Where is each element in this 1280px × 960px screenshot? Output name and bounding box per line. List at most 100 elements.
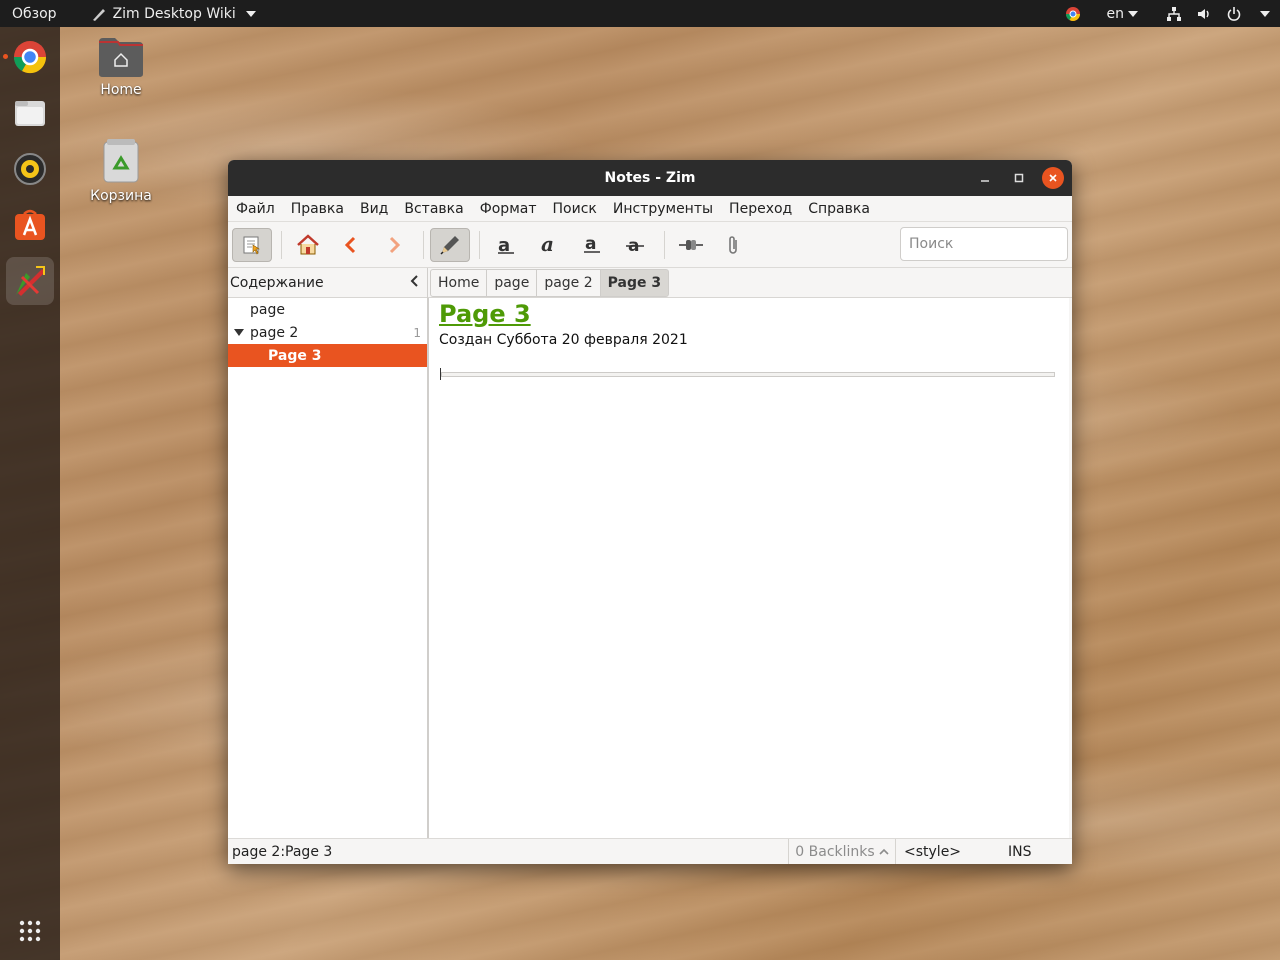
crumb-page[interactable]: page: [486, 268, 538, 297]
menu-bar: Файл Правка Вид Вставка Формат Поиск Инс…: [228, 196, 1072, 222]
volume-icon[interactable]: [1196, 6, 1212, 22]
toolbar: a a a a: [228, 222, 1072, 268]
software-icon[interactable]: [6, 201, 54, 249]
tree-item-page-2[interactable]: page 2 1: [228, 321, 427, 344]
status-bar: page 2:Page 3 0 Backlinks <style> INS: [228, 838, 1072, 864]
expander-down-icon[interactable]: [234, 329, 244, 336]
toolbar-separator: [479, 230, 480, 259]
app-menu-label: Zim Desktop Wiki: [112, 5, 236, 22]
bold-button[interactable]: a: [486, 228, 526, 262]
chevron-down-icon: [1128, 10, 1138, 17]
edit-mode-button[interactable]: [430, 227, 470, 262]
back-button[interactable]: [331, 228, 371, 262]
menu-go[interactable]: Переход: [721, 201, 800, 217]
desktop-trash-label: Корзина: [90, 188, 152, 204]
tree-item-label: Page 3: [268, 347, 322, 364]
desktop-home[interactable]: Home: [76, 36, 166, 98]
menu-help[interactable]: Справка: [800, 201, 878, 217]
desktop-home-label: Home: [100, 82, 142, 98]
page-tree: page page 2 1 Page 3: [228, 298, 427, 838]
index-toggle-button[interactable]: [232, 227, 272, 262]
horizontal-rule: [441, 372, 1055, 377]
menu-view[interactable]: Вид: [352, 201, 396, 217]
insert-mode-indicator: INS: [1008, 843, 1032, 860]
toolbar-separator: [423, 230, 424, 259]
backlinks-button[interactable]: 0 Backlinks: [788, 838, 896, 864]
attach-file-button[interactable]: [714, 228, 754, 262]
strike-button[interactable]: a: [615, 228, 655, 262]
child-count: 1: [413, 325, 421, 340]
italic-button[interactable]: a: [529, 228, 569, 262]
home-icon: [297, 233, 319, 254]
home-folder-icon: [98, 36, 144, 78]
paperclip-icon: [729, 235, 737, 254]
search-input[interactable]: [909, 236, 1072, 252]
index-pane-icon: [243, 236, 260, 255]
menu-format[interactable]: Формат: [472, 201, 545, 217]
maximize-button[interactable]: [1008, 167, 1030, 189]
chevron-down-icon: [245, 10, 256, 17]
page-title: Page 3: [439, 300, 531, 328]
desktop-trash[interactable]: Корзина: [76, 138, 166, 204]
zim-icon[interactable]: [6, 257, 54, 305]
status-page-path: page 2:Page 3: [232, 843, 333, 860]
home-button[interactable]: [288, 228, 328, 262]
bold-icon: a: [498, 235, 514, 255]
trash-icon: [101, 138, 141, 184]
chrome-tray-icon[interactable]: [1065, 6, 1081, 22]
window-titlebar[interactable]: Notes - Zim: [228, 160, 1072, 196]
page-editor[interactable]: Page 3 Создан Суббота 20 февраля 2021: [428, 298, 1069, 838]
zim-pen-icon: [91, 6, 107, 22]
top-bar: Обзор Zim Desktop Wiki en: [0, 0, 1280, 27]
menu-insert[interactable]: Вставка: [396, 201, 471, 217]
language-indicator[interactable]: en: [1107, 6, 1138, 22]
menu-edit[interactable]: Правка: [283, 201, 352, 217]
show-applications-icon[interactable]: [6, 907, 54, 955]
crumb-page-2[interactable]: page 2: [536, 268, 601, 297]
crumb-page-3[interactable]: Page 3: [599, 268, 670, 297]
index-pane: Содержание page page 2 1 Page 3: [228, 268, 428, 838]
style-indicator[interactable]: <style>: [896, 844, 1002, 860]
forward-button[interactable]: [374, 228, 414, 262]
activities-button[interactable]: Обзор: [0, 6, 69, 22]
menu-file[interactable]: Файл: [228, 201, 283, 217]
tree-item-label: page: [250, 301, 285, 318]
network-icon[interactable]: [1166, 6, 1182, 22]
maximize-icon: [1014, 173, 1024, 183]
strikethrough-icon: a: [626, 236, 644, 255]
chrome-icon[interactable]: [6, 33, 54, 81]
rhythmbox-icon[interactable]: [6, 145, 54, 193]
tree-item-page[interactable]: page: [228, 298, 427, 321]
crumb-home[interactable]: Home: [430, 268, 488, 297]
toolbar-separator: [664, 230, 665, 259]
path-bar: Home page page 2 Page 3: [428, 268, 1072, 298]
toolbar-separator: [281, 230, 282, 259]
app-menu[interactable]: Zim Desktop Wiki: [91, 6, 256, 22]
system-menu-chevron-icon[interactable]: [1260, 10, 1270, 17]
window-title: Notes - Zim: [604, 170, 696, 186]
dock: [0, 27, 60, 960]
menu-search[interactable]: Поиск: [545, 201, 605, 217]
link-icon: [679, 239, 703, 250]
minimize-icon: [981, 180, 989, 182]
italic-icon: a: [541, 235, 554, 255]
collapse-pane-button[interactable]: [409, 274, 419, 292]
close-button[interactable]: [1042, 167, 1064, 189]
created-date: Создан Суббота 20 февраля 2021: [439, 332, 688, 348]
insert-link-button[interactable]: [671, 228, 711, 262]
chevron-right-icon: [389, 236, 401, 253]
index-header: Содержание: [228, 268, 427, 298]
minimize-button[interactable]: [974, 167, 996, 189]
underline-icon: a: [584, 235, 600, 254]
tree-item-label: page 2: [250, 324, 299, 341]
power-icon[interactable]: [1226, 6, 1242, 22]
files-icon[interactable]: [6, 89, 54, 137]
tree-item-page-3[interactable]: Page 3: [228, 344, 427, 367]
chevron-left-icon: [344, 236, 356, 253]
underline-button[interactable]: a: [572, 228, 612, 262]
svg-text:a: a: [585, 235, 596, 254]
close-icon: [1049, 174, 1057, 182]
page-pane: Home page page 2 Page 3 Page 3 Создан Су…: [428, 268, 1072, 838]
menu-tools[interactable]: Инструменты: [605, 201, 721, 217]
index-title: Содержание: [230, 274, 324, 291]
